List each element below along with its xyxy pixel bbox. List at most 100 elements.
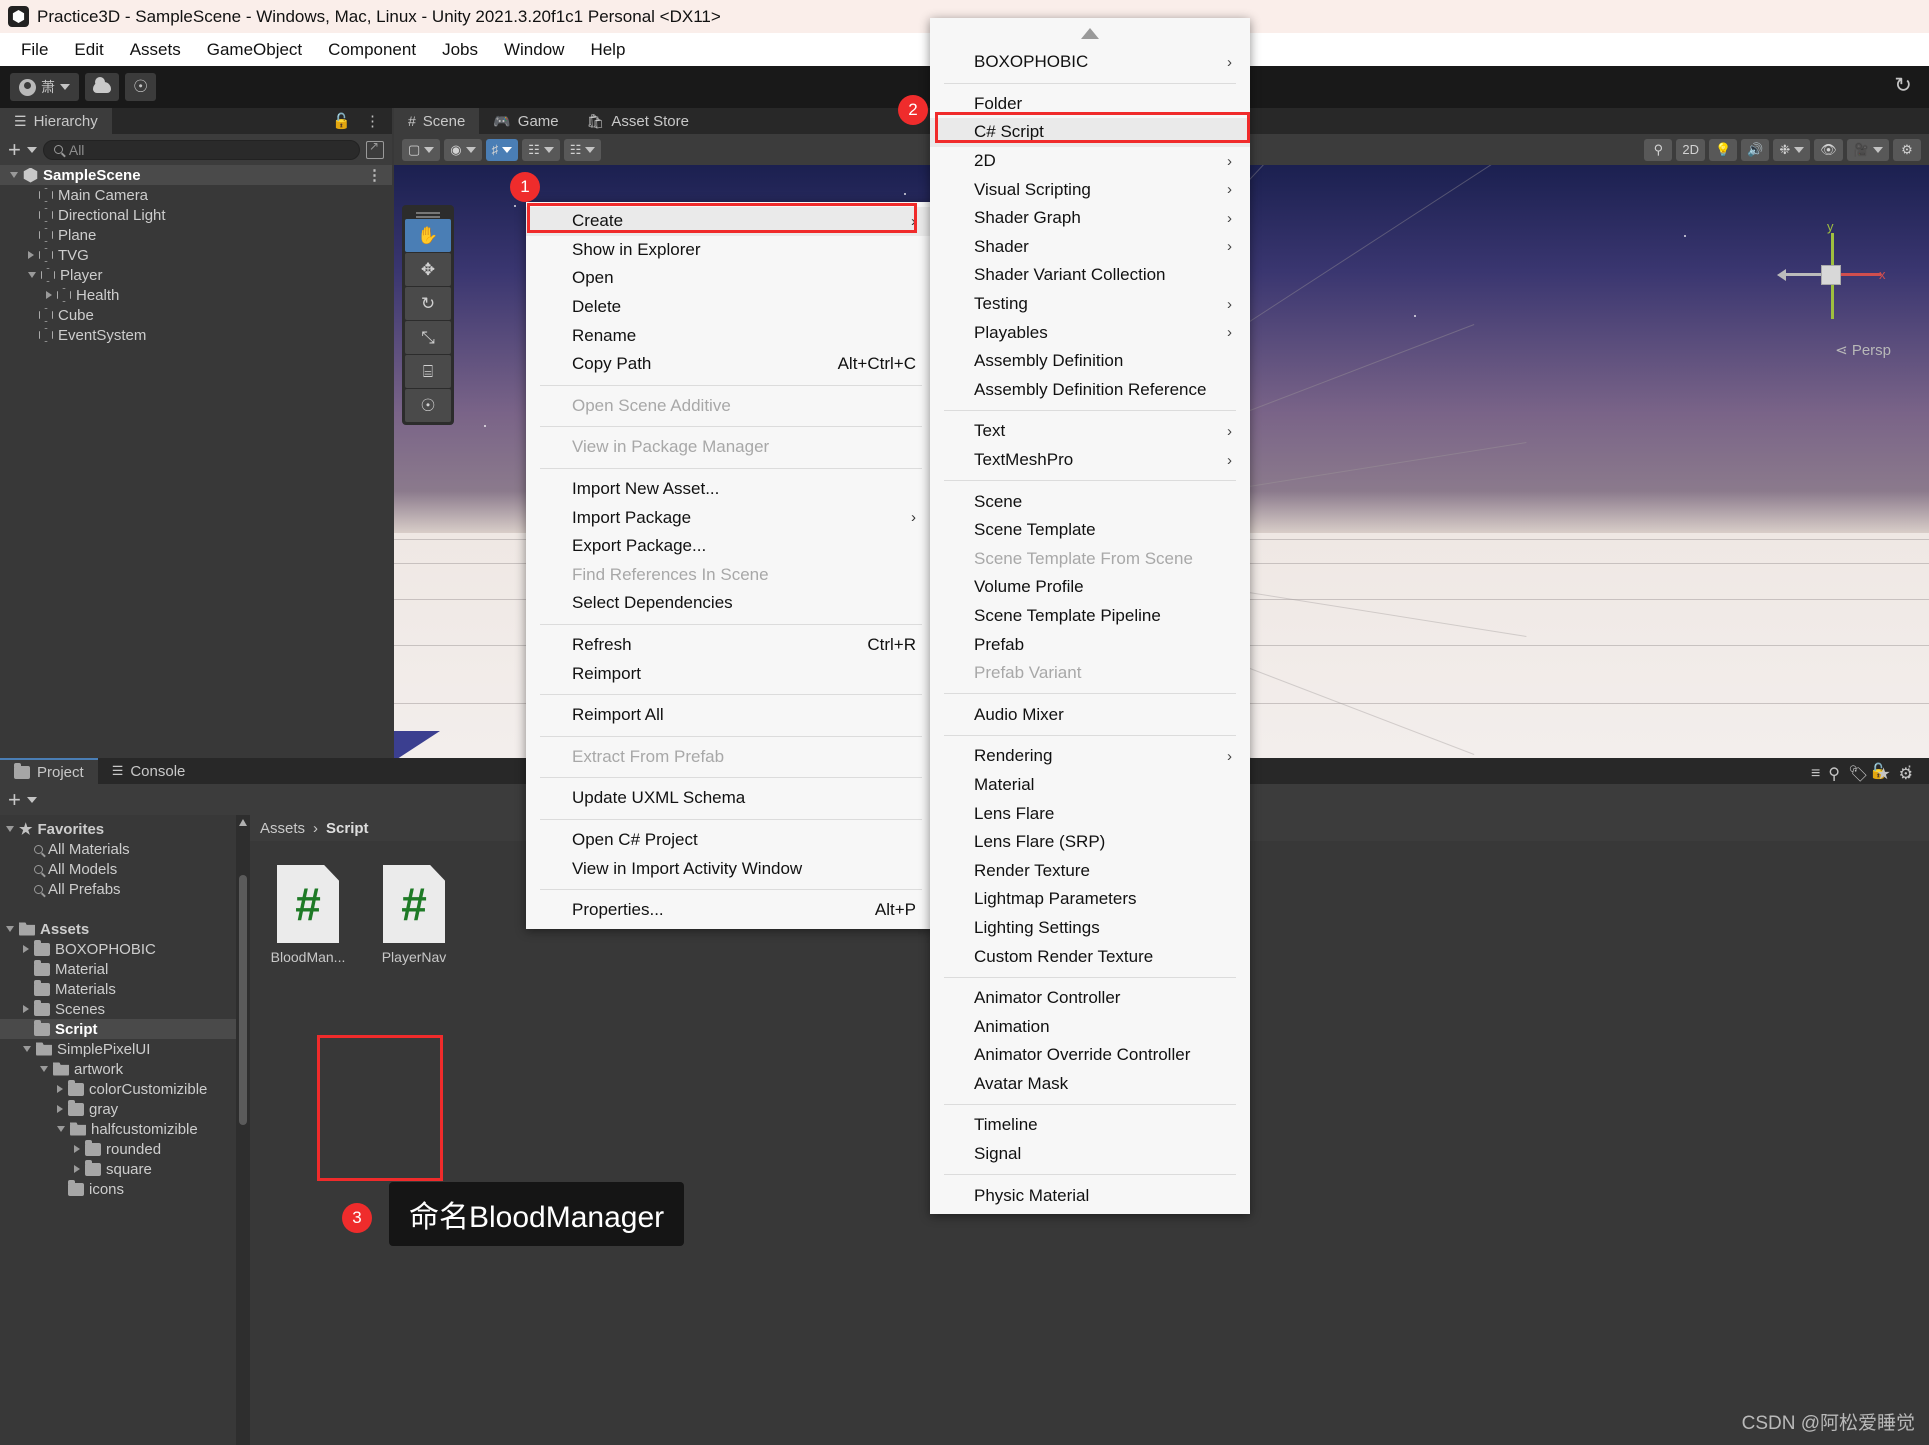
audio-toggle-button[interactable]: 🔊 — [1741, 138, 1770, 161]
context-menu-item-create[interactable]: Create › — [526, 207, 936, 236]
lock-icon[interactable]: 🔓 — [332, 112, 351, 130]
collab-button[interactable]: ☉ — [125, 73, 157, 101]
project-label-icon[interactable]: 🏷 — [1848, 764, 1868, 784]
add-gameobject-button[interactable]: + — [8, 138, 21, 161]
context-menu-item-delete[interactable]: Delete — [526, 293, 936, 322]
breadcrumb-item-assets[interactable]: Assets — [260, 820, 305, 837]
create-menu-item-shader-graph[interactable]: Shader Graph › — [930, 204, 1250, 233]
create-menu-item-signal[interactable]: Signal — [930, 1140, 1250, 1169]
submenu-scroll-up[interactable] — [930, 18, 1250, 48]
rect-tool-button[interactable]: ⌸ — [405, 355, 451, 388]
search-input[interactable]: All — [42, 139, 360, 160]
project-tree-item-script[interactable]: Script — [0, 1019, 236, 1039]
shaded-mode-button[interactable]: ▢ — [402, 138, 441, 161]
create-menu-item-lighting-settings[interactable]: Lighting Settings — [930, 914, 1250, 943]
disclosure-triangle-icon[interactable] — [6, 826, 14, 832]
transform-tool-button[interactable]: ☉ — [405, 389, 451, 422]
breadcrumb-item-script[interactable]: Script — [326, 820, 369, 837]
create-menu-item-animator-controller[interactable]: Animator Controller — [930, 984, 1250, 1013]
chevron-down-icon[interactable] — [26, 146, 37, 153]
project-tree-item-simplepixelui[interactable]: SimplePixelUI — [0, 1039, 236, 1059]
context-menu-item-properties[interactable]: Properties... Alt+P — [526, 896, 936, 925]
project-search-icon[interactable]: ⚲ — [1828, 764, 1840, 784]
menu-item-file[interactable]: File — [8, 37, 61, 63]
hierarchy-item-health[interactable]: Health — [0, 285, 392, 305]
draw-mode-button[interactable]: ◉ — [444, 138, 482, 161]
project-tree-item-favorites[interactable]: ★ Favorites — [0, 819, 236, 839]
lighting-toggle-button[interactable]: 💡 — [1709, 138, 1738, 161]
twod-toggle-button[interactable]: 2D — [1676, 138, 1706, 161]
tab-project[interactable]: Project — [0, 758, 98, 784]
context-menu-item-open[interactable]: Open — [526, 264, 936, 293]
menu-item-assets[interactable]: Assets — [117, 37, 194, 63]
create-menu-item-testing[interactable]: Testing › — [930, 290, 1250, 319]
disclosure-triangle-icon[interactable] — [28, 251, 34, 259]
create-menu-item-animator-override-controller[interactable]: Animator Override Controller — [930, 1041, 1250, 1070]
create-menu-item-textmeshpro[interactable]: TextMeshPro › — [930, 446, 1250, 475]
project-tree-item-boxophobic[interactable]: BOXOPHOBIC — [0, 939, 236, 959]
history-icon[interactable]: ↻ — [1891, 74, 1915, 98]
disclosure-triangle-icon[interactable] — [23, 1005, 29, 1013]
context-menu-item-update-uxml-schema[interactable]: Update UXML Schema — [526, 784, 936, 813]
kebab-menu-icon[interactable]: ⋮ — [367, 168, 392, 183]
scale-tool-button[interactable]: ⤡ — [405, 321, 451, 354]
create-menu-item-assembly-definition-reference[interactable]: Assembly Definition Reference — [930, 376, 1250, 405]
hierarchy-item-plane[interactable]: Plane — [0, 225, 392, 245]
create-menu-item-text[interactable]: Text › — [930, 417, 1250, 446]
project-tree-item-materials[interactable]: Materials — [0, 979, 236, 999]
create-asset-button[interactable]: + — [8, 788, 21, 811]
context-menu-item-reimport-all[interactable]: Reimport All — [526, 701, 936, 730]
create-menu-item-folder[interactable]: Folder — [930, 90, 1250, 119]
project-tree-item-all-prefabs[interactable]: All Prefabs — [0, 879, 236, 899]
asset-item-bloodman-[interactable]: # BloodMan... — [260, 859, 356, 971]
hierarchy-item-main-camera[interactable]: Main Camera — [0, 185, 392, 205]
asset-item-playernav[interactable]: # PlayerNav — [366, 859, 462, 971]
create-menu-item-scene-template[interactable]: Scene Template — [930, 516, 1250, 545]
project-tree-item-all-materials[interactable]: All Materials — [0, 839, 236, 859]
menu-item-window[interactable]: Window — [491, 37, 577, 63]
project-tree-item-artwork[interactable]: artwork — [0, 1059, 236, 1079]
project-tree-item-halfcustomizible[interactable]: halfcustomizible — [0, 1119, 236, 1139]
hierarchy-item-samplescene[interactable]: SampleScene ⋮ — [0, 165, 392, 185]
expand-window-icon[interactable] — [366, 139, 384, 159]
rotate-tool-button[interactable]: ↻ — [405, 287, 451, 320]
disclosure-triangle-icon[interactable] — [74, 1165, 80, 1173]
hierarchy-item-tvg[interactable]: TVG — [0, 245, 392, 265]
create-menu-item-2d[interactable]: 2D › — [930, 147, 1250, 176]
scene-orientation-gizmo[interactable]: y x — [1775, 211, 1895, 351]
create-menu-item-shader-variant-collection[interactable]: Shader Variant Collection — [930, 261, 1250, 290]
disclosure-triangle-icon[interactable] — [57, 1085, 63, 1093]
disclosure-triangle-icon[interactable] — [23, 945, 29, 953]
disclosure-triangle-icon[interactable] — [10, 172, 18, 178]
grid-toggle-button[interactable]: ♯ — [485, 138, 519, 161]
disclosure-triangle-icon[interactable] — [40, 1066, 48, 1072]
scrollbar-thumb[interactable] — [239, 875, 247, 1125]
menu-item-component[interactable]: Component — [315, 37, 429, 63]
project-tree-item-square[interactable]: square — [0, 1159, 236, 1179]
create-menu-item-animation[interactable]: Animation — [930, 1012, 1250, 1041]
context-menu-item-show-in-explorer[interactable]: Show in Explorer — [526, 236, 936, 265]
create-menu-item-avatar-mask[interactable]: Avatar Mask — [930, 1070, 1250, 1099]
create-menu-item-render-texture[interactable]: Render Texture — [930, 856, 1250, 885]
project-tree-item-scenes[interactable]: Scenes — [0, 999, 236, 1019]
tab-hierarchy[interactable]: ☰ Hierarchy — [0, 108, 112, 134]
grid-size-button[interactable]: ☷ — [563, 138, 602, 161]
kebab-menu-icon[interactable]: ⋮ — [365, 114, 380, 129]
context-menu-item-select-dependencies[interactable]: Select Dependencies — [526, 589, 936, 618]
project-tree-item-material[interactable]: Material — [0, 959, 236, 979]
tab-console[interactable]: ☰ Console — [97, 758, 200, 784]
create-menu-item-custom-render-texture[interactable]: Custom Render Texture — [930, 942, 1250, 971]
disclosure-triangle-icon[interactable] — [74, 1145, 80, 1153]
context-menu-item-import-package[interactable]: Import Package › — [526, 503, 936, 532]
gizmos-toggle-button[interactable]: ⚙ — [1893, 138, 1921, 161]
menu-item-jobs[interactable]: Jobs — [429, 37, 491, 63]
hierarchy-item-eventsystem[interactable]: EventSystem — [0, 325, 392, 345]
project-tree-item-assets[interactable]: Assets — [0, 919, 236, 939]
scene-search-button[interactable]: ⚲ — [1644, 138, 1673, 161]
scene-projection-label[interactable]: ⋖ Persp — [1835, 341, 1891, 359]
create-menu-item-boxophobic[interactable]: BOXOPHOBIC › — [930, 48, 1250, 77]
create-menu-item-shader[interactable]: Shader › — [930, 233, 1250, 262]
context-menu-item-rename[interactable]: Rename — [526, 321, 936, 350]
account-button[interactable]: 萧 — [10, 73, 79, 101]
create-menu-item-rendering[interactable]: Rendering › — [930, 742, 1250, 771]
